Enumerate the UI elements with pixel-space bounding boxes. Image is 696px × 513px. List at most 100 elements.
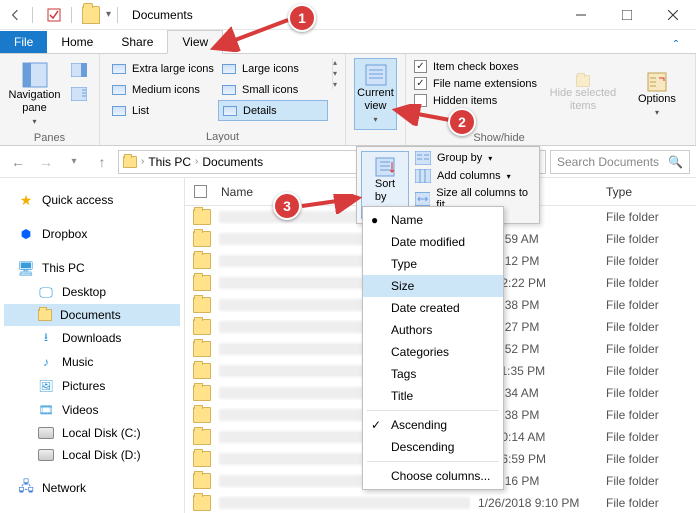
check-item-check-boxes[interactable]: Item check boxes xyxy=(414,60,537,73)
check-file-name-extensions[interactable]: File name extensions xyxy=(414,77,537,90)
sidebar-network[interactable]: 🖧Network xyxy=(4,476,180,500)
sort-title[interactable]: Title xyxy=(363,385,503,407)
file-name-blurred xyxy=(219,497,470,509)
callout-2: 2 xyxy=(448,108,476,136)
large-icons-icon xyxy=(222,64,236,74)
preview-pane-icon[interactable] xyxy=(67,58,91,82)
medium-icons-icon xyxy=(112,85,126,95)
add-columns-icon xyxy=(415,169,431,183)
column-type[interactable]: Type xyxy=(606,185,696,199)
group-by-icon xyxy=(415,151,431,165)
crumb-documents[interactable]: Documents xyxy=(202,155,263,169)
drive-icon xyxy=(38,449,54,461)
file-type: File folder xyxy=(606,232,696,246)
sidebar-local-c[interactable]: Local Disk (C:) xyxy=(4,422,180,444)
layout-large-icons[interactable]: Large icons xyxy=(218,58,328,79)
sidebar-videos[interactable]: 🎞Videos xyxy=(4,398,180,422)
group-label-panes: Panes xyxy=(8,130,91,144)
ribbon-help-icon[interactable]: ˆ xyxy=(656,37,696,53)
current-view-icon xyxy=(364,63,388,87)
dropbox-icon: ⬢ xyxy=(18,226,34,242)
sort-name[interactable]: ●Name xyxy=(363,209,503,231)
drive-icon xyxy=(38,427,54,439)
checkbox-icon xyxy=(414,77,427,90)
layout-extra-large-icons[interactable]: Extra large icons xyxy=(108,58,218,79)
documents-icon xyxy=(38,309,52,321)
layout-medium-icons[interactable]: Medium icons xyxy=(108,79,218,100)
minimize-button[interactable] xyxy=(558,0,604,30)
select-all-checkbox[interactable] xyxy=(194,185,207,198)
options-button[interactable]: Options ▾ xyxy=(629,58,685,130)
sort-type[interactable]: Type xyxy=(363,253,503,275)
file-type: File folder xyxy=(606,474,696,488)
sort-tags[interactable]: Tags xyxy=(363,363,503,385)
sidebar-local-d[interactable]: Local Disk (D:) xyxy=(4,444,180,466)
tab-file[interactable]: File xyxy=(0,31,47,53)
add-columns-button[interactable]: Add columns▾ xyxy=(415,169,535,183)
close-button[interactable] xyxy=(650,0,696,30)
desktop-icon: 🖵 xyxy=(38,284,54,300)
hide-selected-items-button[interactable]: Hide selected items xyxy=(547,58,619,130)
up-button[interactable]: ↑ xyxy=(90,150,114,174)
qat-prev-icon[interactable] xyxy=(4,4,26,26)
sort-size[interactable]: Size xyxy=(363,275,503,297)
tab-share[interactable]: Share xyxy=(107,31,167,53)
sidebar-downloads[interactable]: ⭳Downloads xyxy=(4,326,180,350)
recent-locations-button[interactable]: ▾ xyxy=(62,150,86,174)
qat-properties-icon[interactable] xyxy=(43,4,65,26)
sort-authors[interactable]: Authors xyxy=(363,319,503,341)
layout-list[interactable]: List xyxy=(108,100,218,121)
quick-access-icon: ★ xyxy=(18,192,34,208)
maximize-button[interactable] xyxy=(604,0,650,30)
file-type: File folder xyxy=(606,320,696,334)
sidebar-this-pc[interactable]: 🖥This PC xyxy=(4,256,180,280)
address-folder-icon xyxy=(123,156,137,168)
tab-home[interactable]: Home xyxy=(47,31,107,53)
sort-ascending[interactable]: ✓Ascending xyxy=(363,414,503,436)
table-row[interactable]: 1/26/2018 9:10 PMFile folder xyxy=(185,492,696,513)
checkbox-icon xyxy=(414,60,427,73)
sort-categories[interactable]: Categories xyxy=(363,341,503,363)
layout-small-icons[interactable]: Small icons xyxy=(218,79,328,100)
music-icon: ♪ xyxy=(38,354,54,370)
file-type: File folder xyxy=(606,276,696,290)
sidebar-quick-access[interactable]: ★Quick access xyxy=(4,188,180,212)
sidebar-desktop[interactable]: 🖵Desktop xyxy=(4,280,180,304)
layout-details[interactable]: Details xyxy=(218,100,328,121)
back-button[interactable]: ← xyxy=(6,150,30,174)
sidebar-music[interactable]: ♪Music xyxy=(4,350,180,374)
crumb-this-pc[interactable]: This PC xyxy=(148,155,191,169)
current-view-button[interactable]: Current view ▾ xyxy=(354,58,397,130)
ribbon-tabs: File Home Share View ˆ xyxy=(0,30,696,54)
options-icon xyxy=(646,71,668,93)
group-by-button[interactable]: Group by▾ xyxy=(415,151,535,165)
this-pc-icon: 🖥 xyxy=(18,260,34,276)
folder-icon xyxy=(193,253,211,269)
sidebar-pictures[interactable]: 🖼Pictures xyxy=(4,374,180,398)
callout-3: 3 xyxy=(273,192,301,220)
navigation-pane-button[interactable]: Navigation pane ▾ xyxy=(8,58,61,130)
sort-date-created[interactable]: Date created xyxy=(363,297,503,319)
file-type: File folder xyxy=(606,386,696,400)
search-box[interactable]: Search Documents 🔍 xyxy=(550,150,690,174)
details-pane-icon[interactable] xyxy=(67,82,91,106)
layout-gallery-scroll[interactable]: ▴▾▾ xyxy=(332,58,337,89)
file-type: File folder xyxy=(606,430,696,444)
address-row: ← → ▾ ↑ › This PC › Documents ▾ Search D… xyxy=(0,146,696,178)
group-label-showhide: Show/hide xyxy=(414,130,584,144)
search-placeholder: Search Documents xyxy=(557,155,659,169)
qat-customize-chevron-icon[interactable]: ▾ xyxy=(106,9,111,20)
sort-choose-columns[interactable]: Choose columns... xyxy=(363,465,503,487)
hide-selected-icon xyxy=(576,75,590,87)
sort-date-modified[interactable]: Date modified xyxy=(363,231,503,253)
folder-icon xyxy=(193,209,211,225)
folder-icon xyxy=(193,275,211,291)
forward-button[interactable]: → xyxy=(34,150,58,174)
network-icon: 🖧 xyxy=(18,480,34,496)
sidebar-dropbox[interactable]: ⬢Dropbox xyxy=(4,222,180,246)
sort-descending[interactable]: Descending xyxy=(363,436,503,458)
navigation-pane-icon xyxy=(21,61,49,89)
extra-large-icons-icon xyxy=(112,64,126,74)
sidebar-documents[interactable]: Documents xyxy=(4,304,180,326)
window-folder-icon xyxy=(82,6,100,24)
